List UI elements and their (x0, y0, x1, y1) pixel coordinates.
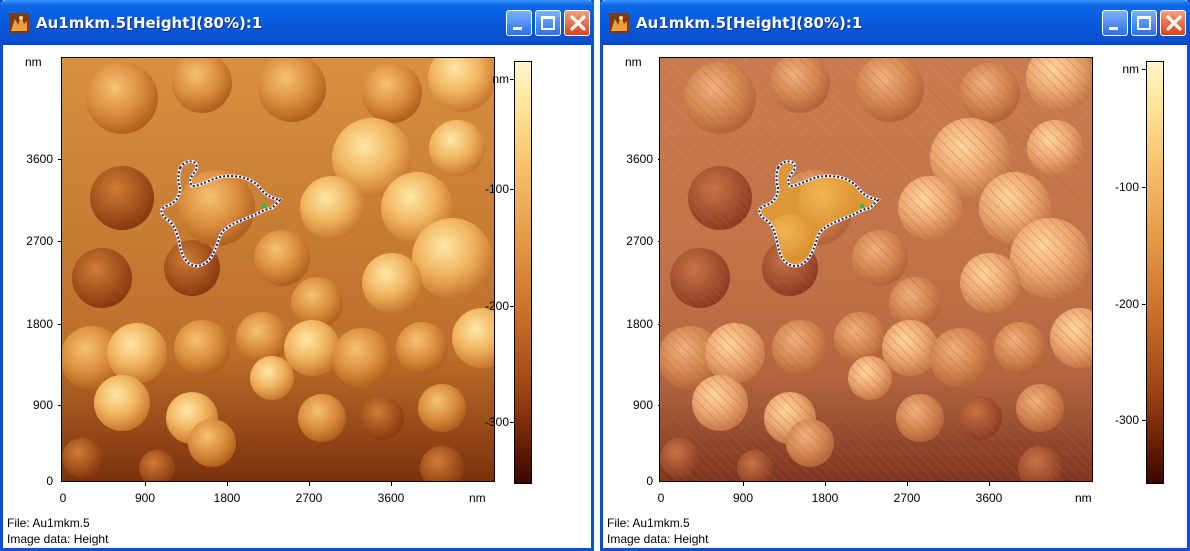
y-tick-label: 900 (632, 398, 653, 412)
x-tick-mark (227, 482, 228, 486)
image-data-label: Image data: Height (607, 532, 709, 546)
minimize-icon (513, 27, 522, 30)
afm-image-window-right[interactable]: Au1mkm.5[Height](80%):1 nm 3600 2700 180… (600, 0, 1190, 551)
y-tick-label: 2700 (26, 234, 53, 248)
colorbar-unit: nm (492, 72, 509, 86)
colorbar-tick-label: -100 (1114, 180, 1139, 194)
title-bar[interactable]: Au1mkm.5[Height](80%):1 (600, 0, 1190, 45)
x-tick-label: 900 (732, 491, 754, 505)
y-tick-label: 0 (646, 474, 653, 488)
file-label: File: Au1mkm.5 (7, 516, 90, 530)
mask-hatch-overlay (660, 58, 1092, 481)
file-label: File: Au1mkm.5 (607, 516, 690, 530)
y-axis-unit: nm (625, 55, 642, 69)
height-colorbar (1146, 61, 1164, 484)
selection-handle[interactable] (860, 204, 864, 208)
colorbar-unit: nm (1122, 62, 1139, 76)
window-title: Au1mkm.5[Height](80%):1 (36, 14, 263, 32)
close-icon (1166, 15, 1182, 31)
x-tick-mark (825, 482, 826, 486)
x-tick-mark (907, 482, 908, 486)
x-axis-unit: nm (1075, 491, 1092, 505)
x-tick-label: 0 (657, 491, 665, 505)
image-area: nm 3600 2700 1800 900 0 0 900 1800 2700 … (603, 45, 1187, 548)
spm-app-icon (609, 13, 629, 33)
y-tick-label: 3600 (626, 152, 653, 166)
y-tick-label: 2700 (626, 234, 653, 248)
minimize-button[interactable] (506, 10, 532, 36)
x-tick-label: 1800 (213, 491, 241, 505)
image-data-label: Image data: Height (7, 532, 109, 546)
x-axis-unit: nm (469, 491, 486, 505)
close-button[interactable] (564, 10, 590, 36)
window-title: Au1mkm.5[Height](80%):1 (636, 14, 863, 32)
x-tick-mark (743, 482, 744, 486)
minimize-icon (1109, 27, 1118, 30)
x-tick-label: 0 (59, 491, 67, 505)
afm-image-window-left[interactable]: Au1mkm.5[Height](80%):1 nm 3600 2700 180… (0, 0, 594, 551)
colorbar-tick-label: -200 (1114, 297, 1139, 311)
minimize-button[interactable] (1102, 10, 1128, 36)
title-bar[interactable]: Au1mkm.5[Height](80%):1 (0, 0, 594, 45)
x-tick-label: 3600 (377, 491, 405, 505)
colorbar-tick-label: -300 (484, 415, 509, 429)
maximize-icon (1137, 16, 1151, 30)
x-tick-label: 1800 (811, 491, 839, 505)
x-tick-label: 900 (134, 491, 156, 505)
image-area: nm 3600 2700 1800 900 0 0 900 1800 2700 … (3, 45, 591, 548)
x-tick-mark (309, 482, 310, 486)
y-tick-label: 3600 (26, 152, 53, 166)
afm-height-image (62, 58, 494, 481)
close-icon (570, 15, 586, 31)
height-colorbar (514, 61, 532, 484)
maximize-button[interactable] (1131, 10, 1157, 36)
close-button[interactable] (1160, 10, 1186, 36)
maximize-icon (541, 16, 555, 30)
x-tick-label: 2700 (295, 491, 323, 505)
spm-app-icon (9, 13, 29, 33)
height-map[interactable] (659, 57, 1093, 482)
y-tick-label: 1800 (26, 317, 53, 331)
colorbar-tick-label: -200 (484, 299, 509, 313)
afm-height-image-hatched (660, 58, 1092, 481)
x-tick-mark (989, 482, 990, 486)
colorbar-tick-label: -100 (484, 182, 509, 196)
x-tick-mark (145, 482, 146, 486)
selection-handle[interactable] (262, 204, 266, 208)
y-tick-label: 1800 (626, 317, 653, 331)
x-tick-label: 2700 (893, 491, 921, 505)
y-axis-unit: nm (25, 55, 42, 69)
height-map[interactable] (61, 57, 495, 482)
maximize-button[interactable] (535, 10, 561, 36)
x-tick-mark (391, 482, 392, 486)
colorbar-tick-label: -300 (1114, 413, 1139, 427)
y-tick-label: 0 (46, 474, 53, 488)
x-tick-label: 3600 (975, 491, 1003, 505)
y-tick-label: 900 (32, 398, 53, 412)
